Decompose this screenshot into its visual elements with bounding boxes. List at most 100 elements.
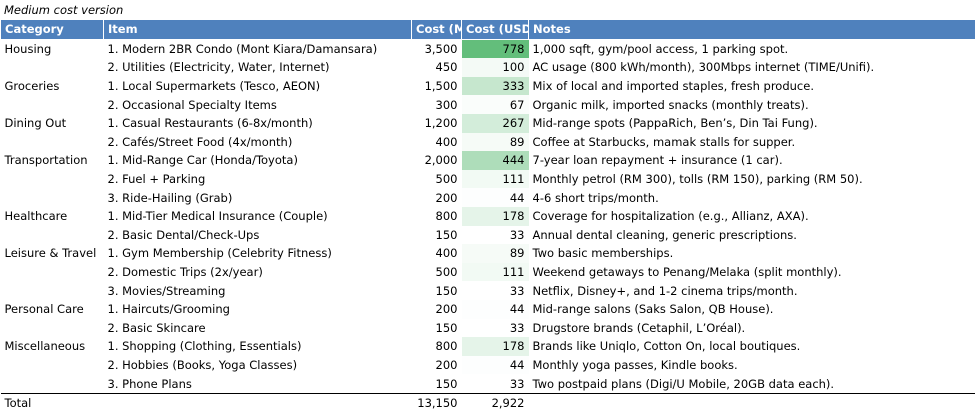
cell-cost-myr[interactable]: 200 [412, 188, 462, 207]
cell-cost-myr[interactable]: 400 [412, 244, 462, 263]
cell-category[interactable] [1, 170, 104, 189]
cell-notes[interactable]: Mid-range spots (PappaRich, Ben’s, Din T… [529, 114, 975, 133]
cell-item[interactable]: 2. Cafés/Street Food (4x/month) [104, 133, 412, 152]
cell-cost-myr[interactable]: 150 [412, 226, 462, 245]
cell-item[interactable]: 2. Domestic Trips (2x/year) [104, 263, 412, 282]
cell-notes[interactable]: Coffee at Starbucks, mamak stalls for su… [529, 133, 975, 152]
cell-item[interactable]: 1. Casual Restaurants (6-8x/month) [104, 114, 412, 133]
cell-cost-usd[interactable]: 111 [461, 169, 529, 189]
cell-category[interactable] [1, 188, 104, 207]
cell-category[interactable] [1, 263, 104, 282]
cell-notes[interactable]: Mid-range salons (Saks Salon, QB House). [529, 300, 975, 319]
cell-cost-usd[interactable]: 178 [461, 337, 529, 356]
cell-cost-myr[interactable]: 200 [412, 356, 462, 375]
cell-cost-myr[interactable]: 800 [412, 207, 462, 226]
cell-cost-usd[interactable]: 33 [461, 225, 529, 245]
cell-cost-usd[interactable]: 33 [461, 281, 529, 300]
cell-cost-myr[interactable]: 200 [412, 300, 462, 319]
header-item[interactable]: Item [103, 19, 412, 40]
cell-item[interactable]: 1. Modern 2BR Condo (Mont Kiara/Damansar… [104, 39, 412, 58]
cell-category[interactable]: Transportation [1, 151, 104, 170]
total-notes-cell[interactable] [528, 392, 975, 412]
total-label[interactable]: Total [0, 392, 104, 412]
cell-item[interactable]: 2. Hobbies (Books, Yoga Classes) [104, 356, 412, 375]
cell-notes[interactable]: Monthly yoga passes, Kindle books. [529, 356, 975, 375]
cell-item[interactable]: 1. Local Supermarkets (Tesco, AEON) [104, 77, 412, 96]
cell-item[interactable]: 1. Mid-Range Car (Honda/Toyota) [104, 151, 412, 170]
cell-notes[interactable]: Netflix, Disney+, and 1-2 cinema trips/m… [529, 281, 975, 300]
cell-category[interactable]: Miscellaneous [1, 337, 104, 356]
cell-category[interactable] [1, 133, 104, 152]
cell-item[interactable]: 2. Occasional Specialty Items [104, 95, 412, 114]
cell-category[interactable] [1, 58, 104, 77]
cell-cost-myr[interactable]: 150 [412, 319, 462, 338]
cell-cost-myr[interactable]: 400 [412, 133, 462, 152]
cell-category[interactable] [1, 356, 104, 375]
cell-cost-myr[interactable]: 300 [412, 95, 462, 114]
cell-cost-myr[interactable]: 500 [412, 170, 462, 189]
cell-cost-myr[interactable]: 1,200 [412, 114, 462, 133]
cell-cost-usd[interactable]: 67 [461, 95, 529, 114]
cell-cost-usd[interactable]: 44 [461, 299, 529, 319]
cell-cost-myr[interactable]: 3,500 [412, 39, 462, 58]
cell-category[interactable]: Groceries [1, 77, 104, 96]
cell-notes[interactable]: Annual dental cleaning, generic prescrip… [529, 226, 975, 245]
header-notes[interactable]: Notes [528, 19, 975, 40]
cell-cost-usd[interactable]: 100 [461, 58, 529, 77]
cell-item[interactable]: 3. Phone Plans [104, 374, 412, 393]
cell-notes[interactable]: 1,000 sqft, gym/pool access, 1 parking s… [529, 39, 975, 58]
cell-cost-usd[interactable]: 111 [461, 262, 529, 282]
cell-item[interactable]: 1. Haircuts/Grooming [104, 300, 412, 319]
cell-category[interactable]: Housing [1, 39, 104, 58]
cell-cost-usd[interactable]: 89 [461, 132, 529, 152]
header-cost-usd[interactable]: Cost (USD) [461, 19, 529, 40]
cell-item[interactable]: 2. Fuel + Parking [104, 170, 412, 189]
cell-category[interactable]: Dining Out [1, 114, 104, 133]
header-cost-myr[interactable]: Cost (MYR) [411, 19, 462, 40]
cell-cost-myr[interactable]: 150 [412, 374, 462, 393]
cell-cost-usd[interactable]: 33 [461, 318, 529, 338]
cell-notes[interactable]: AC usage (800 kWh/month), 300Mbps intern… [529, 58, 975, 77]
cell-notes[interactable]: 7-year loan repayment + insurance (1 car… [529, 151, 975, 170]
cell-notes[interactable]: Brands like Uniqlo, Cotton On, local bou… [529, 337, 975, 356]
cell-category[interactable] [1, 319, 104, 338]
cell-notes[interactable]: 4-6 short trips/month. [529, 188, 975, 207]
cell-category[interactable] [1, 281, 104, 300]
cell-category[interactable] [1, 95, 104, 114]
total-usd[interactable]: 2,922 [461, 392, 529, 412]
cell-item[interactable]: 2. Basic Dental/Check-Ups [104, 226, 412, 245]
cell-notes[interactable]: Two postpaid plans (Digi/U Mobile, 20GB … [529, 374, 975, 393]
cell-cost-usd[interactable]: 267 [461, 113, 529, 133]
cell-cost-usd[interactable]: 44 [461, 188, 529, 207]
cell-cost-myr[interactable]: 800 [412, 337, 462, 356]
total-item-cell[interactable] [103, 392, 412, 412]
cell-category[interactable] [1, 374, 104, 393]
cell-category[interactable]: Leisure & Travel [1, 244, 104, 263]
cell-cost-usd[interactable]: 178 [461, 206, 529, 226]
cell-cost-usd[interactable]: 333 [461, 76, 529, 96]
cell-notes[interactable]: Drugstore brands (Cetaphil, L’Oréal). [529, 319, 975, 338]
cell-notes[interactable]: Monthly petrol (RM 300), tolls (RM 150),… [529, 170, 975, 189]
cell-cost-myr[interactable]: 150 [412, 281, 462, 300]
cell-category[interactable] [1, 226, 104, 245]
cell-cost-usd[interactable]: 44 [461, 355, 529, 375]
cell-notes[interactable]: Two basic memberships. [529, 244, 975, 263]
cell-notes[interactable]: Organic milk, imported snacks (monthly t… [529, 95, 975, 114]
cell-category[interactable]: Personal Care [1, 300, 104, 319]
cell-notes[interactable]: Weekend getaways to Penang/Melaka (split… [529, 263, 975, 282]
cell-cost-myr[interactable]: 2,000 [412, 151, 462, 170]
cell-item[interactable]: 3. Ride-Hailing (Grab) [104, 188, 412, 207]
cell-cost-myr[interactable]: 450 [412, 58, 462, 77]
cell-cost-usd[interactable]: 33 [461, 374, 529, 394]
cell-notes[interactable]: Mix of local and imported staples, fresh… [529, 77, 975, 96]
cell-cost-usd[interactable]: 89 [461, 244, 529, 263]
cell-cost-usd[interactable]: 778 [461, 39, 529, 59]
cell-notes[interactable]: Coverage for hospitalization (e.g., Alli… [529, 207, 975, 226]
cell-item[interactable]: 1. Gym Membership (Celebrity Fitness) [104, 244, 412, 263]
cell-cost-usd[interactable]: 444 [461, 151, 529, 170]
cell-item[interactable]: 2. Utilities (Electricity, Water, Intern… [104, 58, 412, 77]
cell-item[interactable]: 1. Mid-Tier Medical Insurance (Couple) [104, 207, 412, 226]
cell-cost-myr[interactable]: 500 [412, 263, 462, 282]
header-category[interactable]: Category [0, 19, 104, 40]
cell-item[interactable]: 2. Basic Skincare [104, 319, 412, 338]
